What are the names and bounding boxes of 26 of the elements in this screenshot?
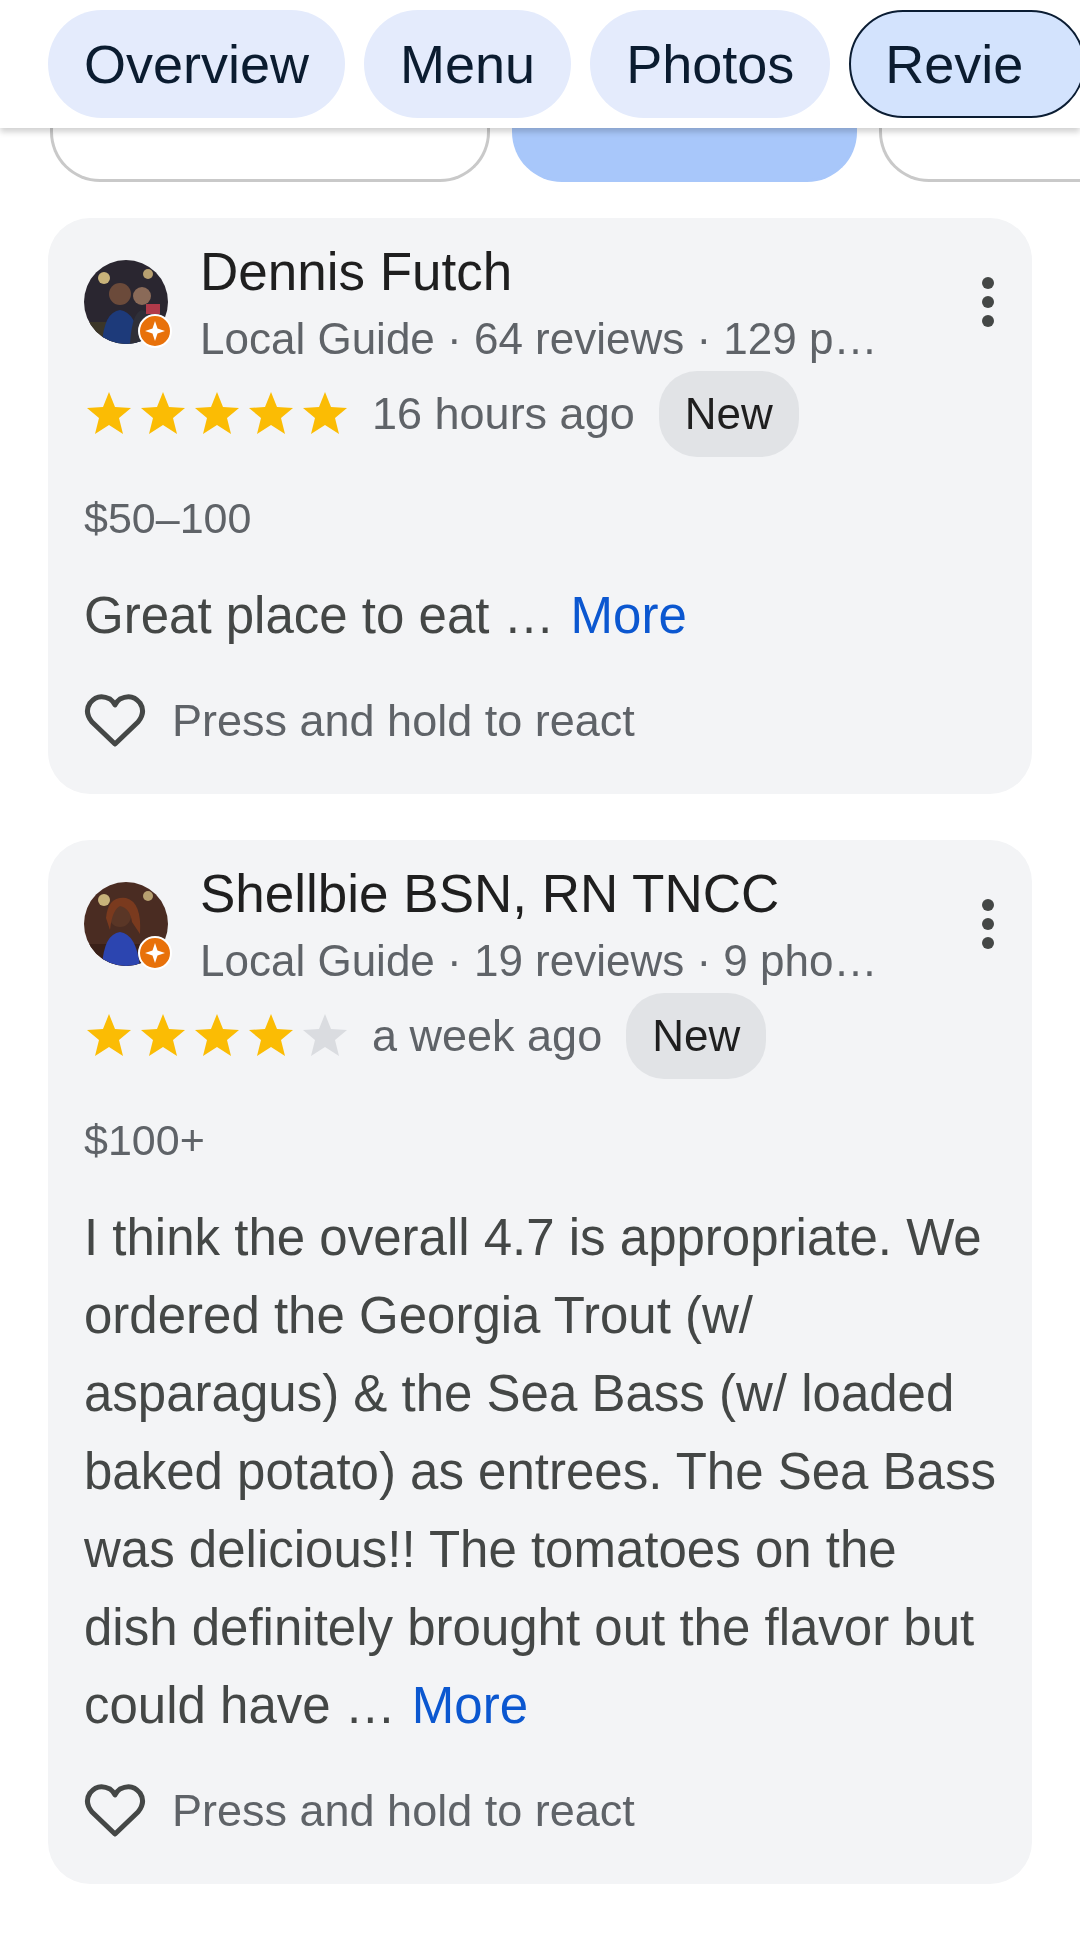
local-guide-badge-icon: [138, 936, 172, 970]
more-options-icon[interactable]: [980, 898, 996, 950]
reviewer-info: Local Guide · 64 reviews · 129 p…: [200, 313, 879, 365]
price-range: $50–100: [84, 493, 253, 544]
review-text: Great place to eat … More: [84, 585, 688, 646]
review-text: I think the overall 4.7 is appropriate. We ordered the Georgia Trout (w/ asparagus) & the Sea Bass (w/ loaded baked potato) as entrees. The Sea Bass was delicious!! The tomatoes on the dish definitely brought out the flavor but could have … More: [84, 1207, 996, 1736]
new-badge: New: [658, 371, 799, 457]
tab[interactable]: Revie: [849, 10, 1080, 118]
review-time: 16 hours ago: [372, 387, 635, 442]
review-time: a week ago: [372, 1009, 603, 1064]
react-hint: Press and hold to react: [172, 693, 635, 748]
price-range: $100+: [84, 1115, 206, 1166]
tab[interactable]: Overview: [48, 10, 346, 118]
new-badge: New: [626, 993, 767, 1079]
heart-icon[interactable]: [84, 1782, 146, 1839]
heart-icon[interactable]: [84, 692, 146, 749]
react-hint: Press and hold to react: [172, 1783, 635, 1838]
more-link[interactable]: More: [570, 586, 687, 644]
tab[interactable]: Menu: [364, 10, 572, 118]
reviewer-name: Dennis Futch: [200, 241, 514, 303]
reviewer-info: Local Guide · 19 reviews · 9 pho…: [200, 935, 879, 987]
more-link[interactable]: More: [411, 1676, 529, 1734]
reviewer-name: Shellbie BSN, RN TNCC: [200, 863, 781, 925]
tab[interactable]: Photos: [590, 10, 831, 118]
more-options-icon[interactable]: [980, 276, 996, 328]
local-guide-badge-icon: [138, 314, 172, 348]
